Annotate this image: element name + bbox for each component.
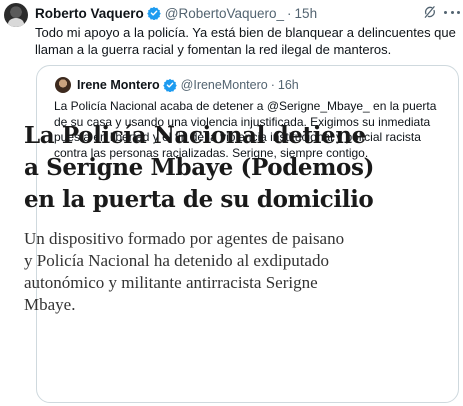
quoted-author-name[interactable]: Irene Montero [77,78,160,92]
author-avatar[interactable] [4,3,28,27]
more-options-icon[interactable] [444,5,460,19]
verified-badge-icon [162,78,177,92]
tweet-header: Roberto Vaquero @RobertoVaquero_ · 15h [35,4,317,22]
quoted-author-handle[interactable]: @IreneMontero [181,78,268,92]
article-headline: La Policía Nacional detiene a Serigne Mb… [24,122,375,213]
author-name[interactable]: Roberto Vaquero [35,6,144,21]
article-subhead: Un dispositivo formado por agentes de pa… [24,229,345,314]
verified-badge-icon [146,6,161,20]
quoted-header-separator: · [270,78,275,92]
grok-icon[interactable] [423,5,437,19]
quoted-tweet-time[interactable]: 16h [278,78,299,92]
quoted-tweet-header: Irene Montero @IreneMontero · 16h [77,76,299,94]
quoted-author-avatar[interactable] [55,77,71,93]
author-handle[interactable]: @RobertoVaquero_ [165,6,284,21]
tweet-text: Todo mi apoyo a la policía. Ya está bien… [35,25,456,57]
header-separator: · [287,5,292,21]
tweet-time[interactable]: 15h [295,6,318,21]
